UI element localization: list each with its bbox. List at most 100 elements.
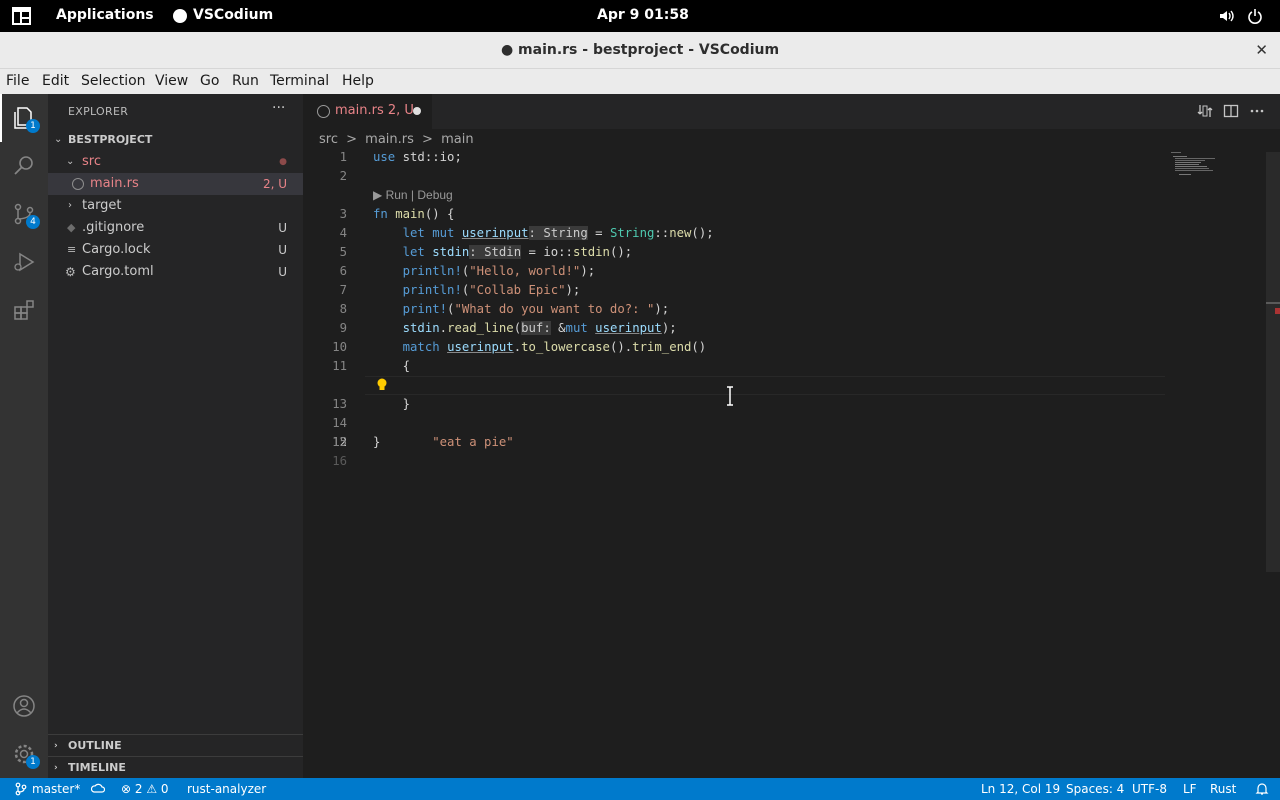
line-number: 11 xyxy=(332,359,347,373)
tree-item-cargo-toml[interactable]: ⚙ Cargo.toml U xyxy=(48,261,303,283)
gitignore-file-icon: ◆ xyxy=(67,221,76,234)
unsaved-dot-icon[interactable] xyxy=(413,107,421,115)
error-marker xyxy=(1275,308,1280,314)
menu-view[interactable]: View xyxy=(155,73,188,89)
vertical-scrollbar[interactable] xyxy=(1266,152,1280,572)
timeline-title: TIMELINE xyxy=(68,761,126,774)
menu-help[interactable]: Help xyxy=(342,73,374,89)
problems-status[interactable]: ⊗ 2 ⚠ 0 xyxy=(121,782,169,796)
volume-icon[interactable] xyxy=(1218,8,1234,24)
explorer-badge: 1 xyxy=(26,119,40,133)
code-line: use std::io; xyxy=(373,150,462,164)
menu-file[interactable]: File xyxy=(6,73,29,89)
breadcrumb-main-rs[interactable]: main.rs xyxy=(365,132,414,147)
explorer-sidebar: EXPLORER ··· ⌄ BESTPROJECT ⌄ src ● main.… xyxy=(48,94,303,778)
code-line: print!("What do you want to do?: "); xyxy=(402,302,670,316)
split-editor-icon[interactable] xyxy=(1223,103,1239,119)
tree-item-status: U xyxy=(278,243,287,257)
activity-extensions[interactable] xyxy=(0,286,48,334)
tab-label: main.rs 2, U xyxy=(335,103,414,118)
run-debug-icon xyxy=(14,252,35,272)
line-number: 1 xyxy=(339,150,347,164)
editor-area: main.rs 2, U src > main.rs > main 1 use s… xyxy=(303,94,1280,778)
menu-bar: File Edit Selection View Go Run Terminal… xyxy=(0,69,1280,94)
breadcrumb-symbol-main[interactable]: main xyxy=(441,132,473,147)
line-number: 4 xyxy=(339,226,347,240)
tree-item-main-rs[interactable]: main.rs 2, U xyxy=(48,173,303,195)
manage-badge: 1 xyxy=(26,755,40,769)
window-title: ● main.rs - bestproject - VSCodium xyxy=(500,42,780,58)
extensions-icon xyxy=(14,300,34,320)
outline-title: OUTLINE xyxy=(68,739,122,752)
line-number: 13 xyxy=(332,397,347,411)
tree-item-label: target xyxy=(82,198,122,213)
code-line: match userinput.to_lowercase().trim_end(… xyxy=(402,340,707,354)
activity-manage[interactable]: 1 xyxy=(0,730,48,778)
explorer-more-actions[interactable]: ··· xyxy=(272,100,285,116)
tree-item-label: Cargo.toml xyxy=(82,264,154,279)
tree-item-status: 2, U xyxy=(262,177,287,191)
menu-terminal[interactable]: Terminal xyxy=(270,73,329,89)
rust-analyzer-status[interactable]: rust-analyzer xyxy=(187,782,266,796)
activity-source-control[interactable]: 4 xyxy=(0,190,48,238)
code-line: stdin.read_line(buf: &mut userinput); xyxy=(402,321,677,335)
text-cursor-icon xyxy=(727,386,733,406)
timeline-section[interactable]: › TIMELINE xyxy=(48,756,303,778)
applications-menu[interactable]: Applications xyxy=(56,7,154,23)
outline-section[interactable]: › OUTLINE xyxy=(48,734,303,756)
activity-search[interactable] xyxy=(0,142,48,190)
git-branch-icon xyxy=(15,782,27,796)
activity-run-debug[interactable] xyxy=(0,238,48,286)
menu-edit[interactable]: Edit xyxy=(42,73,69,89)
close-window-button[interactable]: ✕ xyxy=(1255,41,1268,59)
tree-item-gitignore[interactable]: ◆ .gitignore U xyxy=(48,217,303,239)
tree-item-cargo-lock[interactable]: ≡ Cargo.lock U xyxy=(48,239,303,261)
active-app-menu[interactable]: VSCodium xyxy=(193,7,273,23)
minimap[interactable] xyxy=(1171,150,1251,180)
menu-selection[interactable]: Selection xyxy=(81,73,146,89)
menu-go[interactable]: Go xyxy=(200,73,219,89)
window-title-bar: ● main.rs - bestproject - VSCodium ✕ xyxy=(0,32,1280,69)
line-number: 16 xyxy=(332,454,347,468)
more-actions-icon[interactable] xyxy=(1249,103,1265,119)
git-branch-status[interactable]: master* xyxy=(32,782,80,796)
indentation-status[interactable]: Spaces: 4 xyxy=(1066,782,1124,796)
open-changes-icon[interactable] xyxy=(1197,103,1213,119)
chevron-down-icon: ⌄ xyxy=(54,134,63,145)
line-number: 2 xyxy=(339,169,347,183)
tree-item-label: src xyxy=(82,154,101,169)
cursor-position-status[interactable]: Ln 12, Col 19 xyxy=(981,782,1060,796)
code-line: println!("Collab Epic"); xyxy=(402,283,581,297)
encoding-status[interactable]: UTF-8 xyxy=(1132,782,1167,796)
activity-bar: 1 4 1 xyxy=(0,94,48,778)
language-mode-status[interactable]: Rust xyxy=(1210,782,1236,796)
scrollbar-marker xyxy=(1266,302,1280,304)
explorer-title: EXPLORER xyxy=(68,105,129,118)
run-debug-codelens[interactable]: ▶ Run | Debug xyxy=(373,188,453,202)
notifications-bell-icon[interactable] xyxy=(1255,782,1269,796)
line-number: 9 xyxy=(339,321,347,335)
breadcrumb-separator: > xyxy=(346,132,358,147)
clock[interactable]: Apr 9 01:58 xyxy=(597,7,689,23)
power-icon[interactable] xyxy=(1247,8,1263,24)
project-folder-header[interactable]: ⌄ BESTPROJECT xyxy=(48,129,303,151)
eol-status[interactable]: LF xyxy=(1183,782,1197,796)
tab-main-rs[interactable]: main.rs 2, U xyxy=(303,94,432,129)
activity-accounts[interactable] xyxy=(0,682,48,730)
tree-item-status: U xyxy=(278,265,287,279)
lightbulb-icon[interactable] xyxy=(376,378,388,392)
applications-grid-icon[interactable] xyxy=(12,7,31,25)
breadcrumb-src[interactable]: src xyxy=(319,132,338,147)
search-icon xyxy=(14,156,33,175)
tree-item-target[interactable]: › target xyxy=(48,195,303,217)
menu-run[interactable]: Run xyxy=(232,73,259,89)
code-line: let mut userinput: String = String::new(… xyxy=(402,226,714,240)
lines-file-icon: ≡ xyxy=(67,243,77,256)
sync-cloud-icon[interactable] xyxy=(91,782,105,796)
tree-item-status: U xyxy=(278,221,287,235)
account-icon xyxy=(13,695,35,717)
activity-explorer[interactable]: 1 xyxy=(0,94,48,142)
tree-item-src[interactable]: ⌄ src ● xyxy=(48,151,303,173)
line-number: 10 xyxy=(332,340,347,354)
tree-item-label: main.rs xyxy=(90,176,139,191)
